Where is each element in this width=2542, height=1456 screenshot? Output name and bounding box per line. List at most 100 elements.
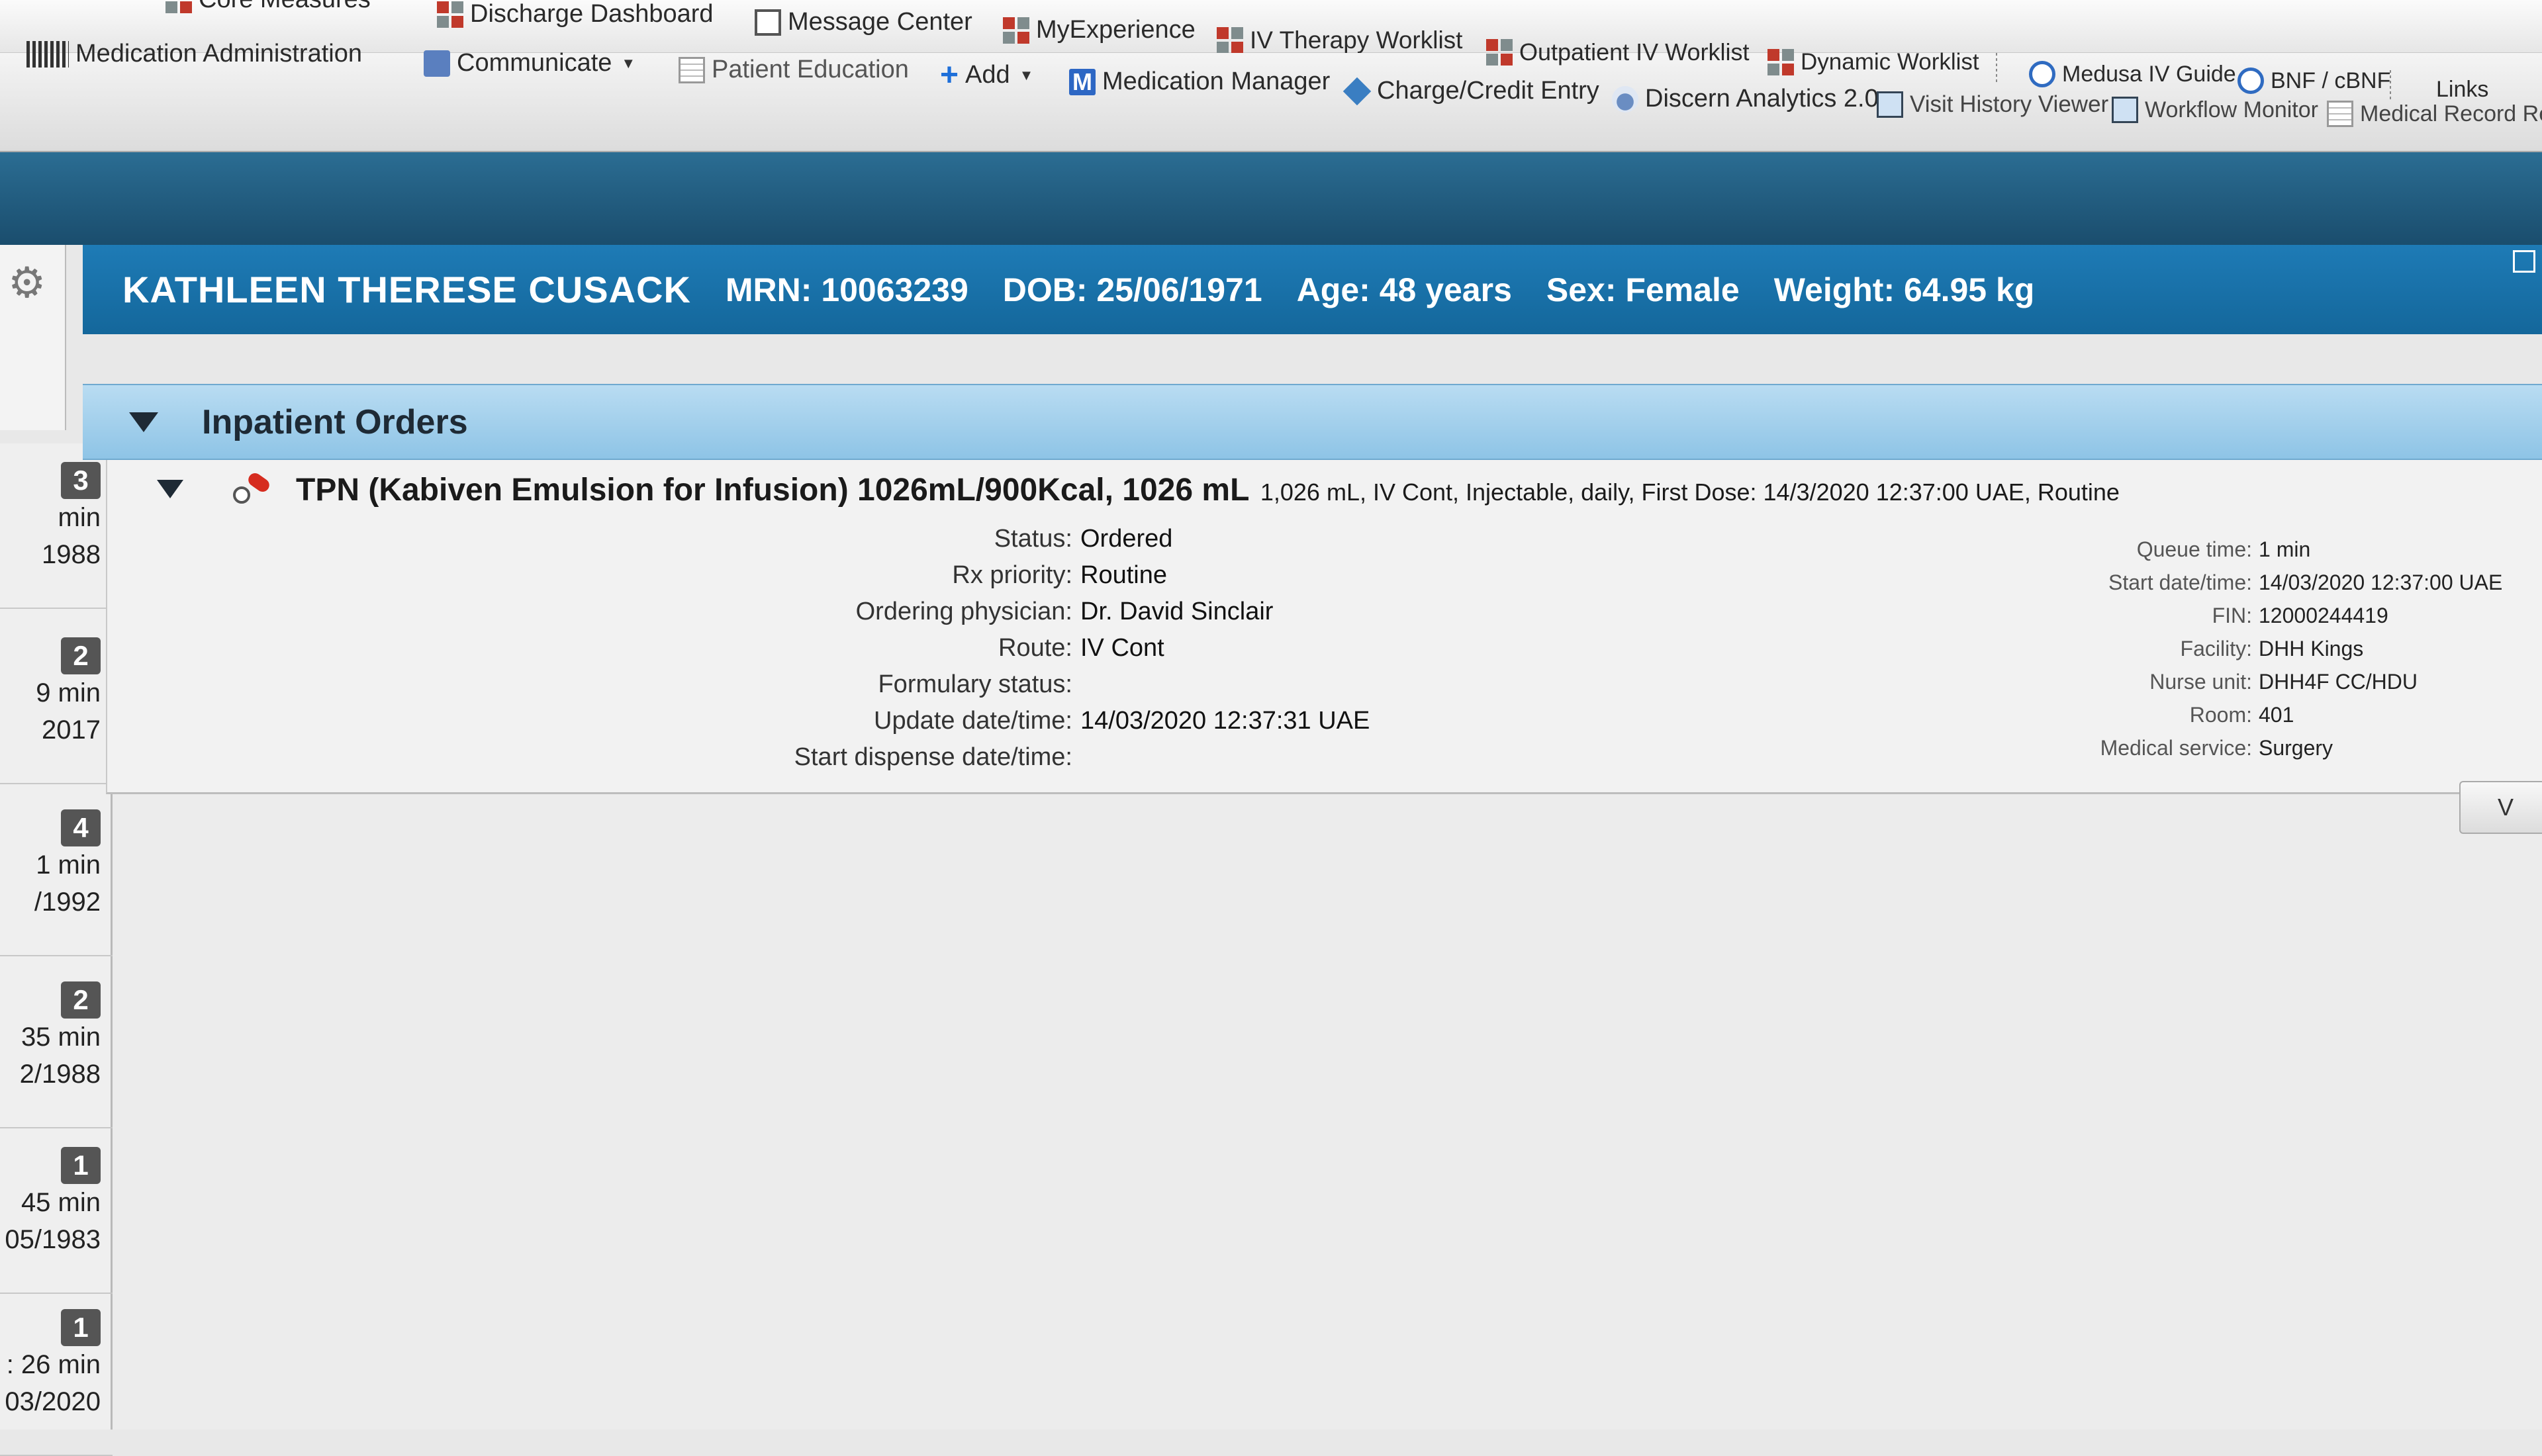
toolbar-medusa-iv-guide[interactable]: Medusa IV Guide [2029,61,2236,87]
field-label: Facility: [2180,636,2252,660]
field-facility: Facility: DHH Kings [1888,632,2502,665]
document-icon [679,56,705,83]
rail-card[interactable]: 2 35 min 2/1988 [0,963,113,1128]
rail-settings-panel: ⚙ [0,245,66,430]
order-fields-left: Status: Ordered Rx priority: Routine Order… [240,521,1370,776]
toolbar-label: Patient Education [712,56,909,83]
message-icon [755,9,781,36]
rail-card-date: 2/1988 [19,1060,101,1089]
rail-card[interactable]: 1 : 26 min 03/2020 [0,1291,113,1456]
field-value: Routine [1080,561,1167,589]
grid-icon [1767,49,1794,75]
rail-card-date: 03/2020 [5,1387,101,1416]
collapse-triangle-icon[interactable] [129,412,158,432]
field-label: Start date/time: [2108,570,2252,594]
tag-icon [1342,77,1372,105]
patient-list-rail: 3 min 1988 2 9 min 2017 4 1 min /1992 2 … [0,443,113,1456]
patient-name: KATHLEEN THERESE CUSACK [122,269,691,310]
order-title[interactable]: TPN (Kabiven Emulsion for Infusion) 1026… [296,472,2120,508]
toolbar-label: Medical Record Requ [2360,101,2542,126]
toolbar-label: IV Therapy Worklist [1250,26,1463,54]
toolbar-medication-manager[interactable]: M Medication Manager [1069,68,1330,96]
field-value: Ordered [1080,525,1173,553]
field-label: Update date/time: [874,707,1072,735]
toolbar-label: Medication Manager [1102,68,1331,95]
order-detail-panel: TPN (Kabiven Emulsion for Infusion) 1026… [106,460,2542,794]
toolbar-add[interactable]: + Add ▼ [940,57,1033,93]
toolbar-discern-analytics[interactable]: Discern Analytics 2.0 [1612,85,1879,113]
search-icon [2237,68,2264,94]
field-label: Room: [2189,702,2252,727]
header-band [0,152,2542,245]
field-label: Route: [998,634,1072,662]
toolbar-discharge-dashboard[interactable]: Discharge Dashboard [437,0,714,28]
m-icon: M [1069,68,1096,95]
toolbar-message-center[interactable]: Message Center [755,8,972,36]
inpatient-orders-header[interactable]: Inpatient Orders [83,384,2542,460]
field-label: Formulary status: [878,670,1072,698]
communicate-icon [424,50,450,77]
rail-card[interactable]: 4 1 min /1992 [0,791,113,956]
field-value: DHH Kings [2259,636,2364,660]
toolbar-links[interactable]: Links [2436,77,2488,103]
field-value: 14/03/2020 12:37:00 UAE [2259,570,2503,594]
toolbar-dynamic-worklist[interactable]: Dynamic Worklist [1767,49,1979,75]
secondary-toolbar: Outpatient IV Worklist Dynamic Worklist … [0,38,2542,152]
field-value: DHH4F CC/HDU [2259,669,2418,694]
rail-card[interactable]: 2 9 min 2017 [0,619,113,784]
field-value: Surgery [2259,735,2333,760]
field-label: Ordering physician: [855,598,1072,625]
field-queue-time: Queue time: 1 min [1888,533,2502,566]
toolbar-outpatient-iv-worklist[interactable]: Outpatient IV Worklist [1486,38,1749,66]
field-label: Medical service: [2100,735,2252,760]
rail-card[interactable]: 1 45 min 05/1983 [0,1128,113,1294]
toolbar-myexperience[interactable]: MyExperience [1003,16,1196,44]
side-action-button[interactable]: V [2459,781,2542,834]
field-start-dispense: Start dispense date/time: [240,739,1370,776]
toolbar-workflow-monitor[interactable]: Workflow Monitor [2112,97,2318,123]
field-fin: FIN: 12000244419 [1888,599,2502,632]
rail-card-date: 2017 [42,715,101,745]
rail-card-time: 1 min [36,850,101,880]
field-value: 12000244419 [2259,603,2388,627]
field-value: Dr. David Sinclair [1080,598,1274,625]
field-route: Route: IV Cont [240,630,1370,666]
toolbar-separator [1996,53,1997,83]
search-icon [2029,61,2055,87]
dropdown-caret-icon: ▼ [621,54,636,71]
toolbar-label: Dynamic Worklist [1801,49,1979,75]
gear-icon[interactable]: ⚙ [8,258,46,308]
field-label: Start dispense date/time: [794,743,1072,771]
grid-icon [1486,39,1513,66]
clipboard-icon [1877,91,1903,118]
toolbar-medical-record-request[interactable]: Medical Record Requ [2327,101,2542,127]
document-icon [2327,101,2353,127]
field-ordering-physician: Ordering physician: Dr. David Sinclair [240,594,1370,630]
toolbar-communicate[interactable]: Communicate ▼ [424,49,636,77]
order-details: 1,026 mL, IV Cont, Injectable, daily, Fi… [1260,478,2120,506]
toolbar-core-measures[interactable]: Core Measures [165,0,371,14]
expand-icon[interactable] [2513,250,2535,273]
plus-icon: + [940,57,959,93]
field-value: IV Cont [1080,634,1164,662]
toolbar-charge-credit-entry[interactable]: Charge/Credit Entry [1342,77,1599,105]
field-medical-service: Medical service: Surgery [1888,731,2502,764]
toolbar-bnf[interactable]: BNF / cBNF [2237,68,2390,94]
rail-card-date: /1992 [34,887,101,917]
toolbar-medication-administration[interactable]: Medication Administration [26,40,362,68]
toolbar-visit-history-viewer[interactable]: Visit History Viewer [1877,91,2108,118]
toolbar-label: Visit History Viewer [1910,91,2109,117]
patient-age: Age: 48 years [1296,271,1512,308]
field-update-datetime: Update date/time: 14/03/2020 12:37:31 UAE [240,703,1370,739]
rail-card[interactable]: 3 min 1988 [0,443,113,609]
content-area [113,794,2542,1430]
toolbar-label: Medusa IV Guide [2062,61,2236,87]
toolbar-patient-education[interactable]: Patient Education [679,56,909,84]
toolbar-iv-therapy-worklist[interactable]: IV Therapy Worklist [1217,26,1462,54]
collapse-triangle-icon[interactable] [157,480,183,498]
count-badge: 2 [61,981,101,1019]
field-label: Status: [994,525,1072,553]
field-label: Rx priority: [952,561,1072,589]
toolbar-label: Medication Administration [75,40,362,68]
toolbar-label: Links [2436,77,2489,102]
